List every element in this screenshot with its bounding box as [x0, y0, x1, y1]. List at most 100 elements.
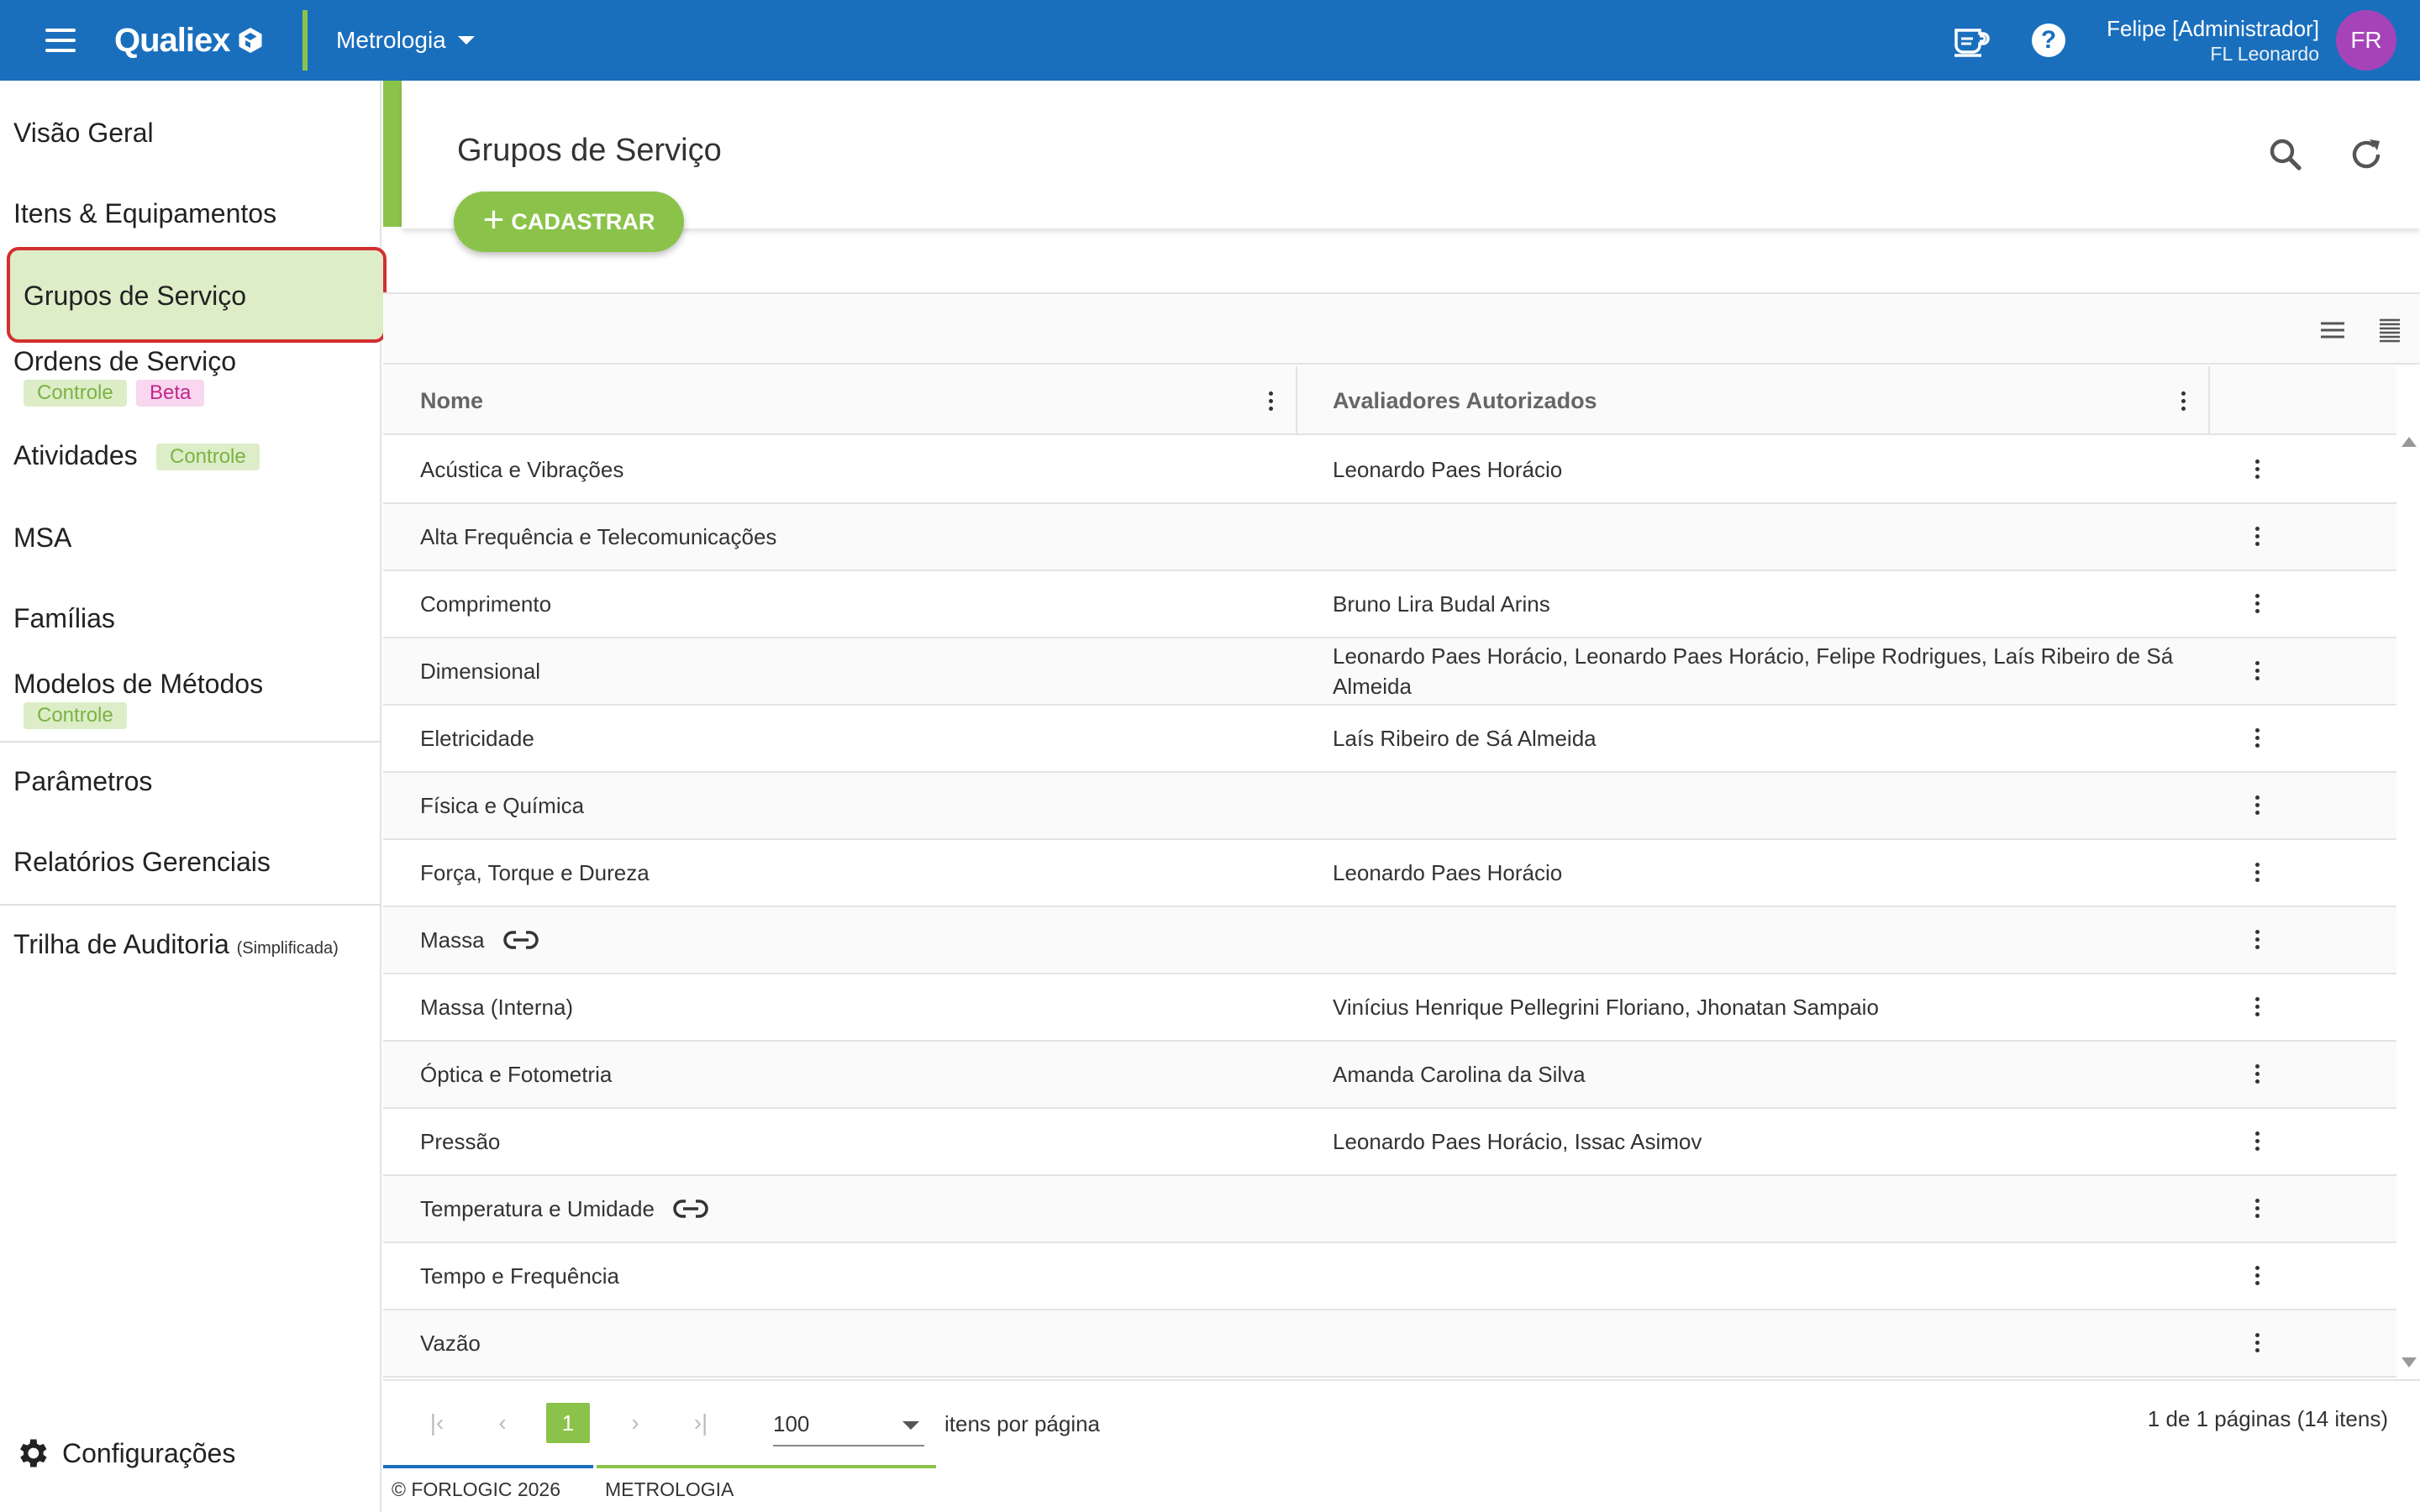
previous-page-icon[interactable]: ‹ [486, 1406, 519, 1440]
row-actions-icon[interactable] [2254, 592, 2260, 616]
table-row[interactable]: Óptica e Fotometria Amanda Carolina da S… [383, 1042, 2396, 1109]
module-label: Metrologia [336, 27, 446, 53]
module-selector[interactable]: Metrologia [336, 25, 475, 55]
sidebar-item-msa[interactable]: MSA [0, 522, 381, 581]
row-actions-icon[interactable] [2254, 1264, 2260, 1288]
compact-view-icon[interactable] [2373, 316, 2407, 344]
sidebar-item-grupos-de-servico[interactable]: Grupos de Serviço [7, 247, 387, 343]
row-actions-icon[interactable] [2254, 861, 2260, 885]
table-row[interactable]: Comprimento Bruno Lira Budal Arins [383, 571, 2396, 638]
column-menu-icon[interactable] [1267, 390, 1274, 413]
row-actions-icon[interactable] [2254, 995, 2260, 1019]
row-actions-icon[interactable] [2254, 1331, 2260, 1355]
sidebar-item-label: Atividades [13, 440, 138, 470]
footer-copyright: © FORLOGIC 2026 [392, 1478, 561, 1500]
help-icon[interactable]: ? [2028, 20, 2069, 60]
sidebar-item-visao-geral[interactable]: Visão Geral [0, 118, 381, 176]
cell-name-text: Massa [420, 927, 485, 953]
cell-evaluators [1333, 504, 2240, 570]
sidebar-item-trilha-de-auditoria[interactable]: Trilha de Auditoria (Simplificada) [0, 929, 381, 988]
sidebar-item-label: Visão Geral [13, 118, 154, 148]
column-header-avaliadores[interactable]: Avaliadores Autorizados [1333, 366, 1597, 435]
cell-evaluators: Amanda Carolina da Silva [1333, 1062, 1586, 1087]
cell-evaluators: Leonardo Paes Horácio [1333, 457, 1563, 482]
cell-name-text: Física e Química [420, 793, 585, 818]
cell-evaluators: Leonardo Paes Horácio, Issac Asimov [1333, 1129, 1702, 1154]
first-page-icon[interactable]: |‹ [420, 1406, 454, 1440]
add-button[interactable]: + CADASTRAR [454, 192, 684, 252]
row-actions-icon[interactable] [2254, 794, 2260, 817]
cell-name-text: Comprimento [420, 591, 552, 617]
items-per-page-select[interactable]: 100 [773, 1399, 924, 1446]
row-actions-icon[interactable] [2254, 1063, 2260, 1086]
cell-evaluators [1333, 1310, 2240, 1376]
app-logo[interactable]: Qualiex [114, 18, 266, 62]
scroll-up-icon[interactable] [2402, 437, 2417, 447]
cell-evaluators: Laís Ribeiro de Sá Almeida [1333, 726, 1597, 751]
cell-name-text: Pressão [420, 1129, 501, 1154]
cell-evaluators [1333, 1243, 2240, 1309]
row-actions-icon[interactable] [2254, 727, 2260, 750]
sidebar-item-familias[interactable]: Famílias [0, 603, 381, 662]
hamburger-menu-icon[interactable] [42, 25, 79, 55]
list-view-icon[interactable] [2316, 316, 2349, 344]
cell-name: Eletricidade [420, 706, 534, 771]
topbar-divider [302, 10, 308, 71]
column-header-nome[interactable]: Nome [420, 366, 483, 435]
brand-name: Qualiex [114, 21, 231, 59]
table-row[interactable]: Tempo e Frequência [383, 1243, 2396, 1310]
link-icon[interactable] [673, 1199, 708, 1219]
table-row[interactable]: Física e Química [383, 773, 2396, 840]
table-row[interactable]: Alta Frequência e Telecomunicações [383, 504, 2396, 571]
cell-name: Física e Química [420, 773, 584, 838]
cell-evaluators [1333, 1176, 2240, 1242]
sidebar-item-label: Trilha de Auditoria (Simplificada) [13, 929, 339, 960]
row-actions-icon[interactable] [2254, 525, 2260, 549]
row-actions-icon[interactable] [2254, 1130, 2260, 1153]
table-row[interactable]: Massa [383, 907, 2396, 974]
top-bar: Qualiex Metrologia ? Felipe [Administrad… [0, 0, 2420, 81]
table-row[interactable]: Acústica e Vibrações Leonardo Paes Horác… [383, 437, 2396, 504]
table-row[interactable]: Força, Torque e Dureza Leonardo Paes Hor… [383, 840, 2396, 907]
sidebar: Visão Geral Itens & Equipamentos Grupos … [0, 81, 387, 1512]
coffee-cup-icon[interactable] [1949, 20, 1990, 60]
table-row[interactable]: Pressão Leonardo Paes Horácio, Issac Asi… [383, 1109, 2396, 1176]
page-number-current[interactable]: 1 [546, 1403, 590, 1443]
table-row[interactable]: Vazão [383, 1310, 2396, 1378]
sidebar-item-relatorios-gerenciais[interactable]: Relatórios Gerenciais [0, 847, 381, 906]
link-icon[interactable] [502, 930, 539, 950]
next-page-icon[interactable]: › [618, 1406, 652, 1440]
avatar[interactable]: FR [2336, 10, 2396, 71]
cell-name-text: Massa (Interna) [420, 995, 574, 1020]
sidebar-item-label: Relatórios Gerenciais [13, 847, 271, 877]
row-actions-icon[interactable] [2254, 659, 2260, 683]
items-per-page-value: 100 [773, 1411, 810, 1436]
scroll-down-icon[interactable] [2402, 1357, 2417, 1368]
table-row[interactable]: Eletricidade Laís Ribeiro de Sá Almeida [383, 706, 2396, 773]
footer: © FORLOGIC 2026 METROLOGIA [383, 1465, 2420, 1512]
row-actions-icon[interactable] [2254, 928, 2260, 952]
sidebar-item-label: Itens & Equipamentos [13, 198, 277, 228]
sidebar-item-ordens-de-servico[interactable]: Ordens de Serviço Controle Beta [0, 346, 381, 430]
cell-name-text: Óptica e Fotometria [420, 1062, 613, 1087]
table-scrollbar[interactable] [2396, 437, 2420, 1368]
table-row[interactable]: Dimensional Leonardo Paes Horácio, Leona… [383, 638, 2396, 706]
column-divider [1296, 366, 1297, 435]
footer-accent-green [597, 1465, 936, 1468]
column-menu-icon[interactable] [2180, 390, 2186, 413]
table-row[interactable]: Temperatura e Umidade [383, 1176, 2396, 1243]
user-name: Felipe [Administrador] [2107, 16, 2319, 41]
sidebar-divider [0, 904, 381, 906]
sidebar-item-parametros[interactable]: Parâmetros [0, 766, 381, 825]
row-actions-icon[interactable] [2254, 1197, 2260, 1221]
settings-link[interactable]: Configurações [13, 1435, 235, 1472]
user-info[interactable]: Felipe [Administrador] FL Leonardo [2107, 15, 2319, 66]
row-actions-icon[interactable] [2254, 458, 2260, 481]
search-icon[interactable] [2265, 134, 2306, 175]
sidebar-item-atividades[interactable]: Atividades Controle [0, 440, 381, 507]
sidebar-item-modelos-de-metodos[interactable]: Modelos de Métodos Controle [0, 669, 381, 753]
chevron-down-icon [902, 1421, 919, 1430]
table-row[interactable]: Massa (Interna) Vinícius Henrique Pelleg… [383, 974, 2396, 1042]
last-page-icon[interactable]: ›| [684, 1406, 718, 1440]
refresh-icon[interactable] [2346, 134, 2386, 175]
